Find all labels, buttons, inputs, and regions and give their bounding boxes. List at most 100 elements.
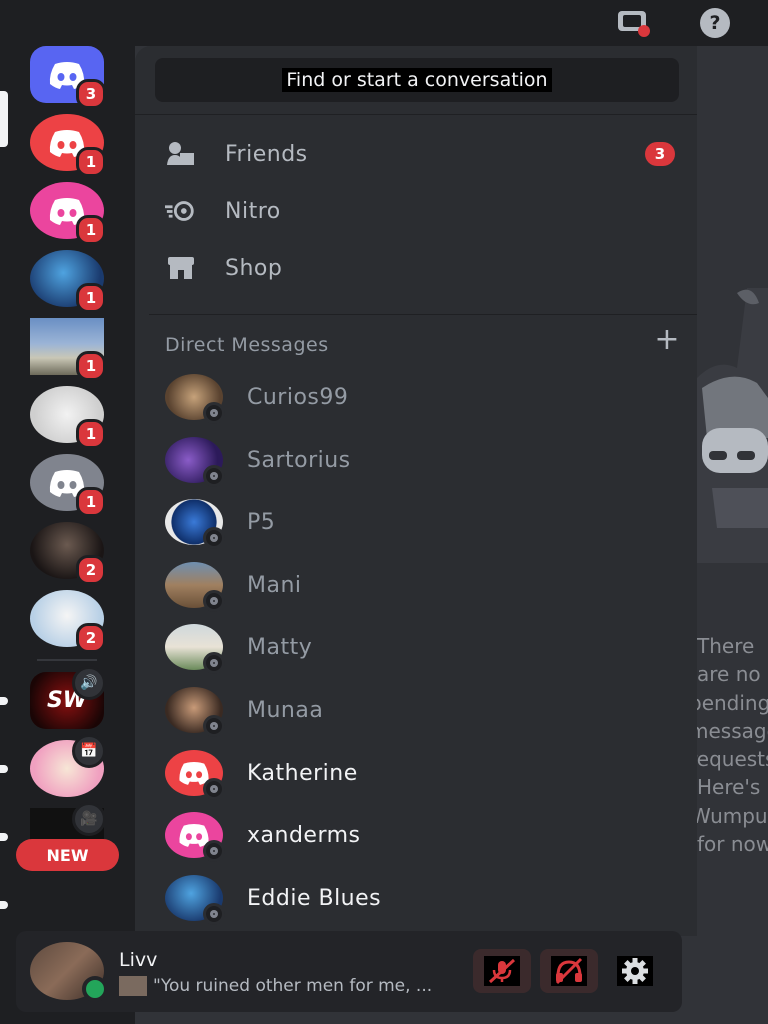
online-status-icon bbox=[82, 976, 108, 1002]
dm-item[interactable]: Munaa bbox=[165, 682, 685, 738]
notification-badge: 1 bbox=[76, 351, 106, 381]
offline-status-icon bbox=[203, 840, 225, 862]
active-indicator bbox=[0, 91, 8, 147]
server-icon-pink[interactable]: 1 bbox=[30, 182, 106, 245]
empty-line: Wumpus bbox=[697, 803, 768, 828]
offline-status-icon bbox=[203, 652, 225, 674]
dm-item[interactable]: Sartorius bbox=[165, 432, 685, 488]
offline-status-icon bbox=[203, 778, 225, 800]
avatar bbox=[165, 562, 225, 612]
notification-badge: 1 bbox=[76, 215, 106, 245]
server-icon-portrait[interactable]: 2 bbox=[30, 522, 106, 585]
friends-badge: 3 bbox=[645, 142, 675, 166]
offline-status-icon bbox=[203, 903, 225, 925]
search-placeholder: Find or start a conversation bbox=[282, 68, 552, 92]
avatar bbox=[165, 812, 225, 862]
status-emoji-icon bbox=[119, 976, 147, 996]
dm-name: P5 bbox=[247, 509, 276, 535]
dm-item[interactable]: Katherine bbox=[165, 745, 685, 801]
dm-item[interactable]: Matty bbox=[165, 619, 685, 675]
mute-button[interactable] bbox=[473, 949, 531, 993]
nav-item-shop[interactable]: Shop bbox=[165, 246, 675, 290]
gear-icon bbox=[617, 956, 653, 986]
video-camera-icon: 🎥 bbox=[72, 802, 106, 836]
offline-status-icon bbox=[203, 465, 225, 487]
server-icon-owl[interactable]: 2 bbox=[30, 590, 106, 653]
divider bbox=[149, 314, 697, 315]
settings-button[interactable] bbox=[606, 949, 664, 993]
empty-line: are no bbox=[697, 662, 761, 687]
inbox-icon[interactable] bbox=[616, 9, 650, 37]
unread-indicator bbox=[0, 901, 8, 909]
avatar bbox=[165, 499, 225, 549]
notification-badge: 1 bbox=[76, 487, 106, 517]
event-calendar-icon: 📅 bbox=[72, 734, 106, 768]
server-rail: 3 1 1 1 1 1 1 2 2 SW 🔊 📅 DADSCORD 🎥 bbox=[0, 46, 135, 926]
avatar bbox=[165, 624, 225, 674]
microphone-muted-icon bbox=[484, 956, 520, 986]
nitro-icon bbox=[165, 195, 197, 227]
notification-badge: 3 bbox=[76, 79, 106, 109]
dm-name: Mani bbox=[247, 572, 302, 598]
dm-name: Katherine bbox=[247, 760, 358, 786]
custom-status: "You ruined other men for me, ... bbox=[119, 975, 459, 997]
dm-name: Eddie Blues bbox=[247, 885, 382, 911]
server-icon-sw[interactable]: SW 🔊 bbox=[30, 666, 106, 729]
avatar bbox=[165, 374, 225, 424]
notification-badge: 1 bbox=[76, 147, 106, 177]
dm-item[interactable]: Eddie Blues bbox=[165, 870, 685, 926]
unread-indicator bbox=[0, 697, 8, 705]
offline-status-icon bbox=[203, 402, 225, 424]
offline-status-icon bbox=[203, 527, 225, 549]
nav-item-friends[interactable]: Friends 3 bbox=[165, 132, 675, 176]
status-text: "You ruined other men for me, ... bbox=[153, 976, 433, 996]
server-icon-pink-flower[interactable]: 📅 bbox=[30, 734, 106, 797]
user-panel: Livv "You ruined other men for me, ... bbox=[16, 931, 682, 1012]
direct-messages-header: Direct Messages bbox=[165, 334, 329, 356]
dm-item[interactable]: Curios99 bbox=[165, 369, 685, 425]
empty-line: for now. bbox=[697, 832, 768, 857]
friends-icon bbox=[165, 138, 197, 170]
notification-badge: 1 bbox=[76, 419, 106, 449]
server-icon-red[interactable]: 1 bbox=[30, 114, 106, 177]
offline-status-icon bbox=[203, 590, 225, 612]
plus-icon[interactable]: + bbox=[653, 325, 681, 355]
home-button[interactable]: 3 bbox=[30, 46, 106, 109]
help-icon[interactable]: ? bbox=[698, 8, 732, 38]
server-icon-grey[interactable]: 1 bbox=[30, 454, 106, 517]
server-icon-blue-face[interactable]: 1 bbox=[30, 250, 106, 313]
avatar bbox=[165, 687, 225, 737]
nav-label: Shop bbox=[225, 255, 283, 281]
dm-item[interactable]: P5 bbox=[165, 494, 685, 550]
rail-separator bbox=[37, 659, 97, 661]
direct-messages-panel: Find or start a conversation Friends 3 N… bbox=[135, 46, 697, 936]
empty-line: pending bbox=[697, 690, 768, 715]
notification-badge: 1 bbox=[76, 283, 106, 313]
avatar[interactable] bbox=[30, 942, 108, 1002]
notification-badge: 2 bbox=[76, 623, 106, 653]
empty-line: requests. bbox=[697, 747, 768, 772]
search-input[interactable]: Find or start a conversation bbox=[155, 58, 679, 102]
dm-item[interactable]: xanderms bbox=[165, 807, 685, 863]
nav-label: Nitro bbox=[225, 198, 281, 224]
unread-indicator bbox=[0, 833, 8, 841]
new-servers-button[interactable]: NEW bbox=[16, 839, 119, 871]
username: Livv bbox=[119, 949, 158, 971]
avatar bbox=[165, 875, 225, 925]
wumpus-illustration bbox=[697, 288, 768, 563]
nav-item-nitro[interactable]: Nitro bbox=[165, 189, 675, 233]
divider bbox=[135, 114, 697, 115]
dm-name: Curios99 bbox=[247, 384, 349, 410]
nav-label: Friends bbox=[225, 141, 308, 167]
empty-line: message bbox=[697, 718, 768, 743]
deafen-button[interactable] bbox=[540, 949, 598, 993]
empty-line: Here's bbox=[697, 775, 761, 800]
empty-state-text: There are no pending message requests. H… bbox=[697, 632, 768, 858]
server-icon-city[interactable]: 1 bbox=[30, 318, 106, 381]
offline-status-icon bbox=[203, 715, 225, 737]
server-icon-white-eye[interactable]: 1 bbox=[30, 386, 106, 449]
unread-indicator bbox=[0, 765, 8, 773]
dm-item[interactable]: Mani bbox=[165, 557, 685, 613]
dm-name: Matty bbox=[247, 634, 313, 660]
headphones-muted-icon bbox=[551, 956, 587, 986]
